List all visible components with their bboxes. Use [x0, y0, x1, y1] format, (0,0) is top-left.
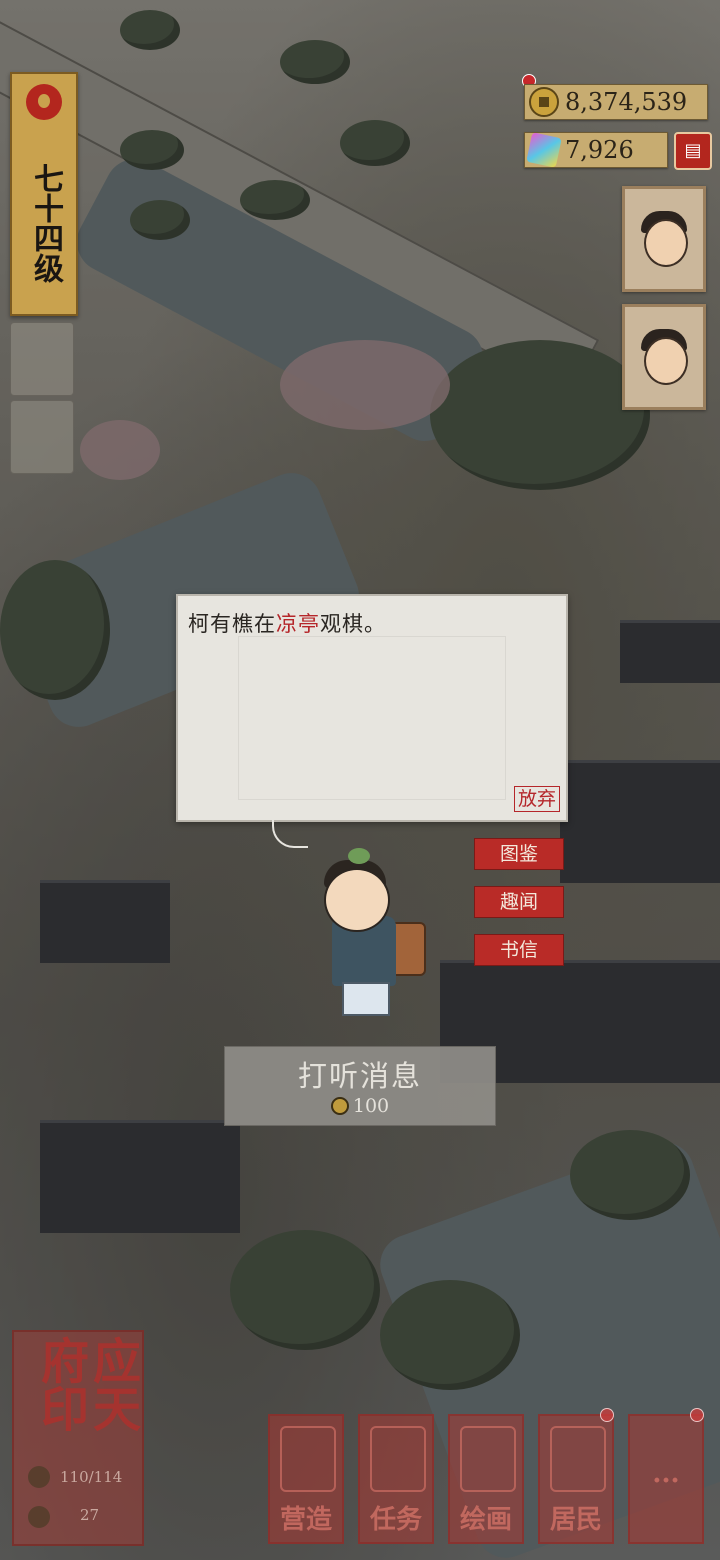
jade-gem-icon	[526, 132, 562, 168]
nav-residents[interactable]: 居民	[538, 1408, 614, 1544]
coin-icon	[330, 1097, 349, 1115]
dialog-inner-frame	[238, 636, 506, 800]
scroll-icon	[370, 1426, 426, 1492]
portrait-card[interactable]	[622, 186, 706, 292]
cost-amount: 100	[352, 1095, 390, 1117]
action-title: 打听消息	[297, 1059, 422, 1093]
character-face	[324, 868, 390, 932]
nav-label: 绘画	[459, 1505, 512, 1535]
brush-seal-icon	[26, 84, 62, 120]
inquire-news-button[interactable]: 打听消息 100	[224, 1046, 496, 1126]
city-seal-panel[interactable]: 应天府印 110/114 27	[12, 1330, 144, 1546]
shop-icon[interactable]: ▤	[674, 132, 712, 170]
population-count: 110/114	[60, 1468, 123, 1486]
character-face-icon	[644, 337, 688, 385]
nav-label: 任务	[369, 1505, 422, 1535]
action-cost: 100	[225, 1095, 495, 1117]
pouch-count: 27	[80, 1506, 100, 1524]
coin-amount: 8,374,539	[565, 88, 688, 116]
character-legs	[342, 982, 390, 1016]
message-text: 柯有樵在	[188, 612, 276, 636]
hair-bun-leaf	[348, 848, 370, 864]
side-menu-button[interactable]	[10, 400, 74, 474]
nav-build[interactable]: 营造	[268, 1414, 344, 1544]
location-link[interactable]: 凉亭	[276, 612, 320, 636]
resident-icon	[550, 1426, 606, 1492]
coin-counter[interactable]: 8,374,539	[524, 84, 708, 120]
gem-counter[interactable]: 7,926	[524, 132, 668, 168]
level-label: 七十四级	[28, 163, 63, 283]
nav-more[interactable]: ···	[628, 1408, 704, 1544]
message-text: 观棋。	[320, 612, 386, 636]
notification-dot	[600, 1408, 614, 1422]
gem-amount: 7,926	[565, 136, 634, 164]
side-menu-button[interactable]	[10, 322, 74, 396]
population-icon	[28, 1466, 50, 1488]
portrait-card[interactable]	[622, 304, 706, 410]
level-badge[interactable]: 七十四级	[10, 72, 78, 316]
painting-icon	[460, 1426, 516, 1492]
nav-label: 营造	[279, 1505, 332, 1535]
more-label: ···	[652, 1466, 680, 1496]
coin-pouch-icon	[28, 1506, 50, 1528]
build-icon	[280, 1426, 336, 1492]
catalog-button[interactable]: 图鉴	[474, 838, 564, 870]
anecdotes-button[interactable]: 趣闻	[474, 886, 564, 918]
message-dialog: 柯有樵在凉亭观棋。 放弃	[176, 594, 568, 822]
character-face-icon	[644, 219, 688, 267]
nav-painting[interactable]: 绘画	[448, 1414, 524, 1544]
dialog-message: 柯有樵在凉亭观棋。	[188, 608, 386, 638]
city-name: 应天府印	[32, 1336, 140, 1432]
nav-tasks[interactable]: 任务	[358, 1414, 434, 1544]
letters-button[interactable]: 书信	[474, 934, 564, 966]
abandon-button[interactable]: 放弃	[513, 786, 560, 812]
villager-character[interactable]	[312, 848, 432, 1018]
nav-label: 居民	[549, 1505, 602, 1535]
notification-dot	[690, 1408, 704, 1422]
coin-icon	[529, 87, 559, 117]
